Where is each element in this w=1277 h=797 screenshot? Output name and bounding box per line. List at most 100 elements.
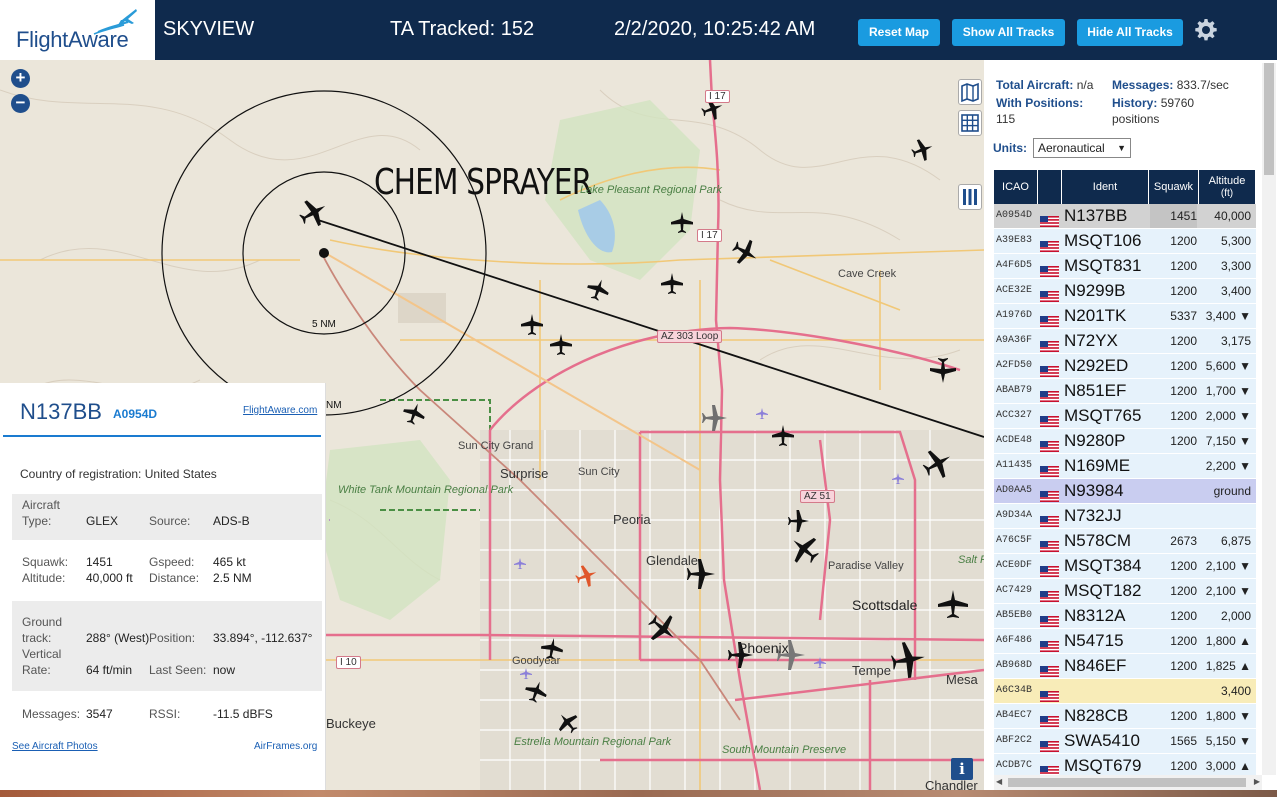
row-squawk (1150, 504, 1197, 528)
with-positions-value: 115 (996, 112, 1016, 126)
table-row[interactable]: ACDE48 N9280P 1200 7,150 ▼ (994, 429, 1256, 454)
row-altitude: 6,875 (1220, 534, 1251, 548)
range-ring-label: 5 NM (312, 319, 336, 330)
squawk-block: Squawk: 1451 Gspeed: 465 kt Altitude: 40… (12, 549, 322, 595)
row-altitude: 5,150 ▼ (1205, 734, 1251, 748)
table-row[interactable]: A11435 N169ME 2,200 ▼ (994, 454, 1256, 479)
horizontal-scroll-thumb[interactable] (1008, 778, 1246, 787)
row-squawk: 1200 (1170, 634, 1197, 648)
vertical-scroll-thumb[interactable] (1264, 63, 1274, 175)
altitude-label: Altitude: (22, 571, 66, 585)
table-row[interactable]: A9A36F N72YX 1200 3,175 (994, 329, 1256, 354)
table-row[interactable]: A39E83 MSQT106 1200 5,300 (994, 229, 1256, 254)
gear-icon[interactable] (1194, 18, 1218, 42)
row-squawk: 1200 (1170, 434, 1197, 448)
messages-block: Messages: 3547 RSSI: -11.5 dBFS (12, 699, 322, 729)
row-ident: SWA5410 (1064, 731, 1140, 750)
table-row[interactable]: ACE0DF MSQT384 1200 2,100 ▼ (994, 554, 1256, 579)
us-flag-icon (1040, 736, 1059, 752)
vertical-scrollbar[interactable] (1262, 63, 1276, 775)
scroll-right-icon[interactable]: ▶ (1254, 777, 1260, 786)
table-row[interactable]: ABAB79 N851EF 1200 1,700 ▼ (994, 379, 1256, 404)
map-label-white-tank: White Tank Mountain Regional Park (338, 484, 513, 496)
messages-rate-label: Messages: (1112, 78, 1174, 92)
zoom-in-button[interactable]: + (11, 69, 30, 88)
airframes-link[interactable]: AirFrames.org (254, 741, 317, 752)
flightaware-link[interactable]: FlightAware.com (243, 405, 317, 416)
logo[interactable]: FlightAware (0, 0, 155, 60)
units-label: Units: (993, 141, 1027, 155)
row-ident: N54715 (1064, 631, 1124, 650)
row-icao: AC7429 (996, 585, 1033, 596)
map-label-scottsdale: Scottsdale (852, 597, 918, 613)
vrate-value: 64 ft/min (86, 663, 133, 677)
us-flag-icon (1040, 611, 1059, 627)
aircraft-info-panel: N137BB A0954D FlightAware.com Country of… (0, 383, 326, 790)
table-row[interactable]: ACE32E N9299B 1200 3,400 (994, 279, 1256, 304)
table-row[interactable]: AD0AA5 N93984 ground (994, 479, 1256, 504)
messages-label: Messages: (22, 707, 81, 721)
zoom-out-button[interactable]: − (11, 94, 30, 113)
row-squawk (1150, 679, 1197, 703)
col-squawk[interactable]: Squawk (1149, 170, 1199, 204)
position-label: Position: (149, 631, 196, 645)
table-row[interactable]: AB5EB0 N8312A 1200 2,000 (994, 604, 1256, 629)
table-row[interactable]: A76C5F N578CM 2673 6,875 (994, 529, 1256, 554)
map-layers-button[interactable] (958, 79, 982, 105)
table-row[interactable]: A6F486 N54715 1200 1,800 ▲ (994, 629, 1256, 654)
table-row[interactable]: A6C34B 3,400 (994, 679, 1256, 704)
map-icon (961, 82, 979, 103)
table-row[interactable]: AB968D N846EF 1200 1,825 ▲ (994, 654, 1256, 679)
row-ident: N292ED (1064, 356, 1129, 375)
row-icao: A9D34A (996, 510, 1033, 521)
row-altitude: 2,100 ▼ (1205, 559, 1251, 573)
us-flag-icon (1040, 511, 1059, 527)
table-row[interactable]: ACC327 MSQT765 1200 2,000 ▼ (994, 404, 1256, 429)
map-label-tempe: Tempe (852, 663, 892, 678)
table-row[interactable]: A2FD50 N292ED 1200 5,600 ▼ (994, 354, 1256, 379)
row-squawk: 1565 (1170, 734, 1197, 748)
columns-toggle-button[interactable] (958, 184, 982, 210)
table-row[interactable]: A1976D N201TK 5337 3,400 ▼ (994, 304, 1256, 329)
table-row[interactable]: AB4EC7 N828CB 1200 1,800 ▼ (994, 704, 1256, 729)
us-flag-icon (1040, 711, 1059, 727)
row-altitude: 7,150 ▼ (1205, 434, 1251, 448)
map-label-buckeye: Buckeye (326, 716, 376, 731)
messages-value: 3547 (86, 707, 113, 721)
row-icao: AB968D (996, 660, 1033, 671)
show-all-tracks-button[interactable]: Show All Tracks (952, 19, 1065, 46)
table-row[interactable]: A0954D N137BB 1451 40,000 (994, 204, 1256, 229)
track-label: Ground (22, 615, 63, 629)
col-flag[interactable] (1038, 170, 1062, 204)
map-label-chandler: Chandler (925, 778, 978, 790)
grid-toggle-button[interactable] (958, 110, 982, 136)
table-row[interactable]: ABF2C2 SWA5410 1565 5,150 ▼ (994, 729, 1256, 754)
horizontal-scrollbar[interactable]: ◀ ▶ (994, 775, 1262, 790)
info-icon[interactable]: i (951, 758, 973, 780)
messages-rate: Messages: 833.7/sec (1112, 77, 1229, 93)
table-row[interactable]: A9D34A N732JJ (994, 504, 1256, 529)
row-ident: MSQT182 (1064, 581, 1142, 600)
row-ident: N169ME (1064, 456, 1131, 475)
distance-label: Distance: (149, 571, 200, 585)
units-select[interactable]: Aeronautical ▼ (1033, 138, 1131, 158)
table-row[interactable]: AC7429 MSQT182 1200 2,100 ▼ (994, 579, 1256, 604)
row-icao: A2FD50 (996, 360, 1033, 371)
reset-map-button[interactable]: Reset Map (858, 19, 940, 46)
map-label-mesa: Mesa (946, 672, 978, 687)
col-icao[interactable]: ICAO (994, 170, 1038, 204)
hide-all-tracks-button[interactable]: Hide All Tracks (1077, 19, 1183, 46)
row-icao: A76C5F (996, 535, 1033, 546)
row-ident: N851EF (1064, 381, 1127, 400)
scroll-left-icon[interactable]: ◀ (996, 777, 1002, 786)
col-altitude[interactable]: Altitude (ft) (1199, 170, 1256, 204)
country-row: Country of registration: United States (20, 467, 330, 481)
col-ident[interactable]: Ident (1062, 170, 1149, 204)
row-ident: MSQT106 (1064, 231, 1142, 250)
aircraft-photos-link[interactable]: See Aircraft Photos (12, 741, 98, 752)
row-icao: A39E83 (996, 235, 1033, 246)
table-row[interactable]: A4F6D5 MSQT831 1200 3,300 (994, 254, 1256, 279)
source-value: ADS-B (213, 514, 250, 528)
type-block: Aircraft Type: GLEX Source: ADS-B (12, 494, 322, 540)
row-ident: MSQT831 (1064, 256, 1142, 275)
